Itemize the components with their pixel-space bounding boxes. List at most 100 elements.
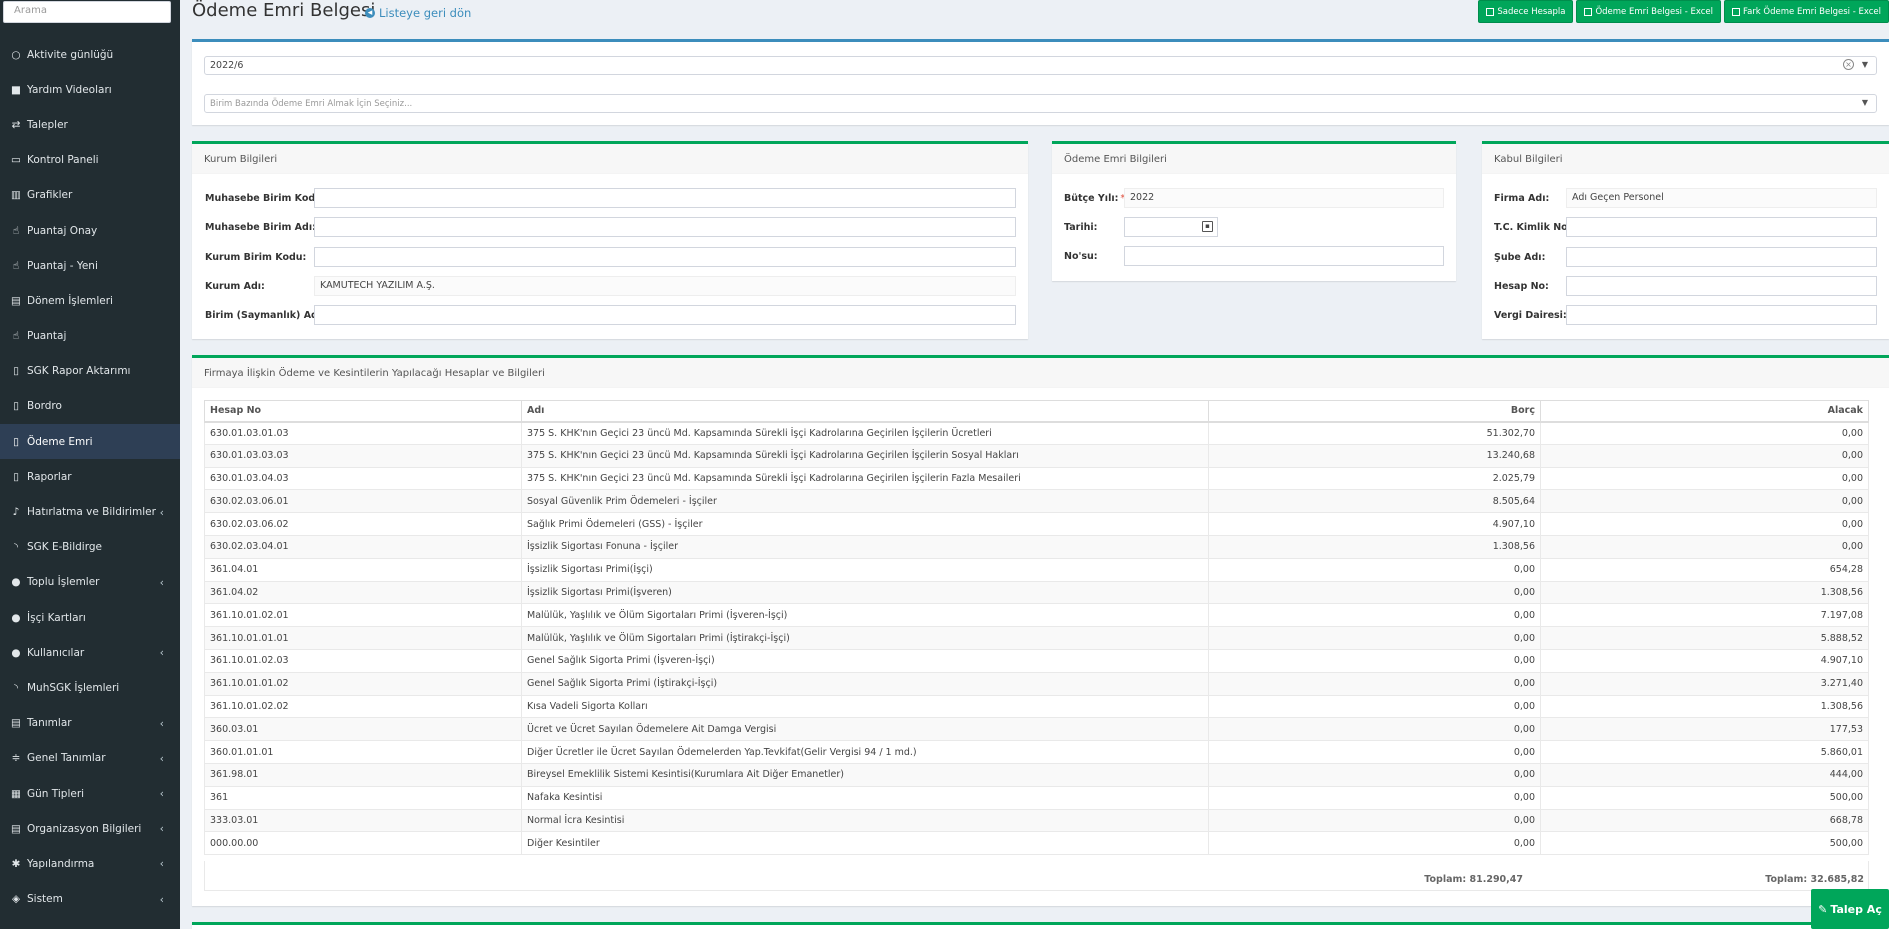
cell-alacak: 1.308,56 (1540, 580, 1869, 605)
sidebar-item[interactable]: ◝ MuhSGK İşlemleri (0, 670, 180, 705)
calculate-only-label: Sadece Hesapla (1497, 6, 1566, 17)
cell-alacak: 3.271,40 (1540, 671, 1869, 696)
sidebar-item[interactable]: ≑ Genel Tanımlar ‹ (0, 741, 180, 776)
cell-adi: Sosyal Güvenlik Prim Ödemeleri - İşçiler (521, 489, 1209, 514)
cell-adi: Genel Sağlık Sigorta Primi (İştirakçi-İş… (521, 671, 1209, 696)
sidebar-item[interactable]: ▯ SGK Rapor Aktarımı (0, 354, 180, 389)
user-icon: ● (11, 576, 21, 589)
sidebar-item-label: Kontrol Paneli (27, 154, 99, 167)
sidebar-item[interactable]: ☝ Puantaj - Yeni (0, 248, 180, 283)
back-to-list-link[interactable]: ◂ Listeye geri dön (365, 6, 471, 20)
clear-selection-icon[interactable]: × (1843, 59, 1854, 70)
export-diff-excel-button[interactable]: Fark Ödeme Emri Belgesi - Excel (1724, 0, 1889, 23)
chevron-left-icon: ‹ (159, 716, 164, 730)
sidebar-item-label: Puantaj (27, 330, 67, 343)
cell-alacak: 444,00 (1540, 762, 1869, 787)
sidebar-item[interactable]: ▯ Ödeme Emri (0, 424, 180, 460)
sidebar-search-input[interactable]: Arama (3, 1, 171, 23)
muhasebe-birim-kodu-field[interactable] (314, 188, 1016, 208)
sidebar-item-label: Genel Tanımlar (27, 752, 106, 765)
cell-borc: 51.302,70 (1208, 421, 1541, 445)
vergi-dairesi-field[interactable] (1566, 305, 1877, 325)
col-adi[interactable]: Adı (521, 400, 1209, 423)
cell-hesap-no: 333.03.01 (204, 808, 522, 833)
butce-yili-field[interactable]: 2022 (1124, 188, 1444, 208)
sidebar-item[interactable]: ◈ Sistem ‹ (0, 882, 180, 917)
cog-icon: ✱ (11, 857, 21, 870)
chevron-left-icon: ‹ (159, 751, 164, 765)
calendar-icon[interactable]: ▪ (1202, 221, 1213, 232)
export-excel-button[interactable]: Ödeme Emri Belgesi - Excel (1576, 0, 1721, 23)
sidebar-item[interactable]: ♪ Hatırlatma ve Bildirimler ‹ (0, 494, 180, 529)
table-row: 630.01.03.01.03 375 S. KHK'nın Geçici 23 … (204, 421, 1869, 445)
open-request-button[interactable]: ✎ Talep Aç (1811, 889, 1889, 929)
cell-alacak: 5.888,52 (1540, 626, 1869, 650)
sidebar: Arama ○ Aktivite günlüğü ■ Yardım Videoları… (0, 0, 180, 929)
sidebar-item[interactable]: ■ Yardım Videoları (0, 72, 180, 107)
no-field[interactable] (1124, 246, 1444, 266)
sidebar-item[interactable]: ▭ Kontrol Paneli (0, 143, 180, 178)
total-alacak: Toplam: 32.685,82 (1765, 874, 1864, 885)
sidebar-item[interactable]: ☝ Puantaj Onay (0, 213, 180, 248)
sidebar-item[interactable]: ▯ Raporlar (0, 459, 180, 494)
period-select[interactable]: 2022/6 × ▼ (204, 56, 1877, 75)
sidebar-item[interactable]: ▤ Dönem İşlemleri (0, 283, 180, 318)
sidebar-item[interactable]: ● Kullanıcılar ‹ (0, 635, 180, 670)
kurum-birim-kodu-field[interactable] (314, 247, 1016, 267)
sidebar-item[interactable]: ● Toplu İşlemler ‹ (0, 565, 180, 600)
sidebar-item[interactable]: ▤ Organizasyon Bilgileri ‹ (0, 811, 180, 846)
cell-hesap-no: 361.10.01.02.02 (204, 694, 522, 719)
chevron-left-icon: ‹ (159, 575, 164, 589)
table-row: 361.10.01.02.02 Kısa Vadeli Sigorta Kolla… (204, 694, 1869, 719)
sidebar-item[interactable]: ▯ Bordro (0, 389, 180, 424)
cell-hesap-no: 360.03.01 (204, 717, 522, 742)
sidebar-item[interactable]: ▥ Grafikler (0, 178, 180, 213)
back-link-label: Listeye geri dön (379, 6, 472, 20)
sidebar-item[interactable]: ⇄ Talepler (0, 107, 180, 142)
calculate-only-button[interactable]: Sadece Hesapla (1478, 0, 1574, 23)
cell-borc: 0,00 (1208, 580, 1541, 605)
col-hesap-no[interactable]: Hesap No (204, 400, 522, 423)
sube-adi-field[interactable] (1566, 247, 1877, 267)
cell-hesap-no: 630.01.03.03.03 (204, 443, 522, 468)
birim-saymanlik-adi-field[interactable] (314, 305, 1016, 325)
sidebar-item-label: Toplu İşlemler (27, 576, 100, 589)
cell-borc: 0,00 (1208, 740, 1541, 764)
page-title: Ödeme Emri Belgesi (192, 0, 376, 21)
cell-alacak: 0,00 (1540, 512, 1869, 536)
cell-adi: Normal İcra Kesintisi (521, 808, 1209, 833)
file-icon: ▯ (13, 470, 19, 483)
cell-alacak: 1.308,56 (1540, 694, 1869, 719)
table-row: 360.01.01.01 Diğer Ücretler ile Ücret Say… (204, 740, 1869, 764)
sidebar-item[interactable]: ◝ SGK E-Bildirge (0, 530, 180, 565)
table-row: 630.02.03.04.01 İşsizlik Sigortası Fonuna… (204, 534, 1869, 559)
sidebar-item[interactable]: ✱ Yapılandırma ‹ (0, 846, 180, 881)
cell-hesap-no: 361.04.02 (204, 580, 522, 605)
total-borc: Toplam: 81.290,47 (1424, 874, 1523, 885)
sidebar-item[interactable]: ▤ Tanımlar ‹ (0, 706, 180, 741)
sidebar-item[interactable]: ▦ Gün Tipleri ‹ (0, 776, 180, 811)
chevron-down-icon: ▼ (1861, 98, 1868, 107)
cell-alacak: 654,28 (1540, 557, 1869, 582)
cell-hesap-no: 360.01.01.01 (204, 740, 522, 764)
cell-hesap-no: 630.02.03.06.02 (204, 512, 522, 536)
col-borc[interactable]: Borç (1208, 400, 1541, 423)
sidebar-item[interactable]: ● İşçi Kartları (0, 600, 180, 635)
col-alacak[interactable]: Alacak (1540, 400, 1869, 423)
bar-chart-icon: ▥ (11, 189, 21, 202)
tc-kimlik-no-field[interactable] (1566, 217, 1877, 237)
tarih-date-input[interactable]: ▪ (1124, 217, 1218, 237)
cell-hesap-no: 361 (204, 785, 522, 810)
kurum-adi-field[interactable]: KAMUTECH YAZILIM A.Ş. (314, 276, 1016, 296)
sidebar-item[interactable]: ○ Aktivite günlüğü (0, 37, 180, 72)
muhasebe-birim-adi-field[interactable] (314, 217, 1016, 237)
hesap-no-field[interactable] (1566, 276, 1877, 296)
export-excel-label: Ödeme Emri Belgesi - Excel (1595, 6, 1713, 17)
sidebar-item-label: Puantaj - Yeni (27, 259, 98, 272)
unit-select[interactable]: Birim Bazında Ödeme Emri Almak İçin Seçi… (204, 94, 1877, 113)
bell-icon: ♪ (12, 506, 20, 519)
sidebar-item[interactable]: ☝ Puantaj (0, 319, 180, 354)
firma-adi-field[interactable]: Adı Geçen Personel (1566, 188, 1877, 208)
chevron-left-icon: ‹ (159, 787, 164, 801)
cell-hesap-no: 361.04.01 (204, 557, 522, 582)
